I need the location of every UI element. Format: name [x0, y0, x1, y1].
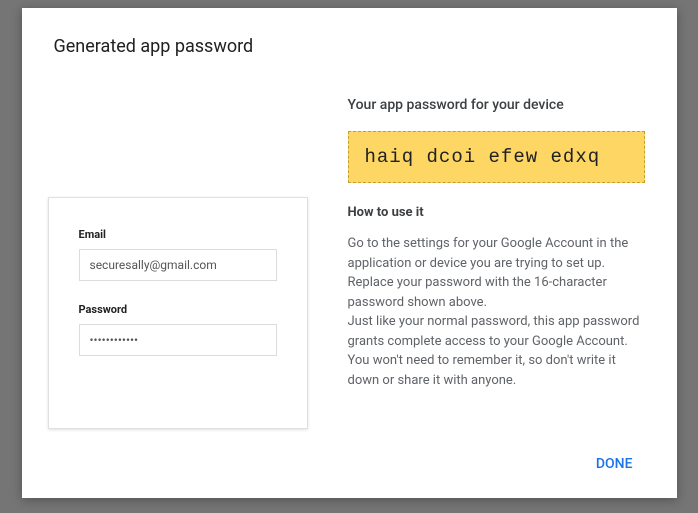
credentials-card: Email Password — [48, 197, 308, 429]
generated-password-box: haiq dcoi efew edxq — [348, 131, 645, 183]
modal-content: Email Password Your app password for you… — [54, 97, 645, 429]
app-password-modal: Generated app password Email Password Yo… — [22, 8, 677, 498]
howto-paragraph-1: Go to the settings for your Google Accou… — [348, 236, 629, 310]
password-field-group: Password — [79, 303, 277, 356]
modal-title: Generated app password — [54, 36, 645, 57]
howto-title: How to use it — [348, 205, 645, 220]
done-button[interactable]: DONE — [584, 448, 645, 480]
howto-text: Go to the settings for your Google Accou… — [348, 234, 645, 390]
password-label: Password — [79, 303, 277, 316]
password-field[interactable] — [79, 324, 277, 356]
modal-footer: DONE — [584, 448, 645, 480]
email-field[interactable] — [79, 249, 277, 281]
howto-paragraph-2: Just like your normal password, this app… — [348, 314, 640, 388]
instructions-subtitle: Your app password for your device — [348, 97, 645, 113]
email-label: Email — [79, 228, 277, 241]
email-field-group: Email — [79, 228, 277, 281]
instructions-panel: Your app password for your device haiq d… — [348, 97, 645, 429]
